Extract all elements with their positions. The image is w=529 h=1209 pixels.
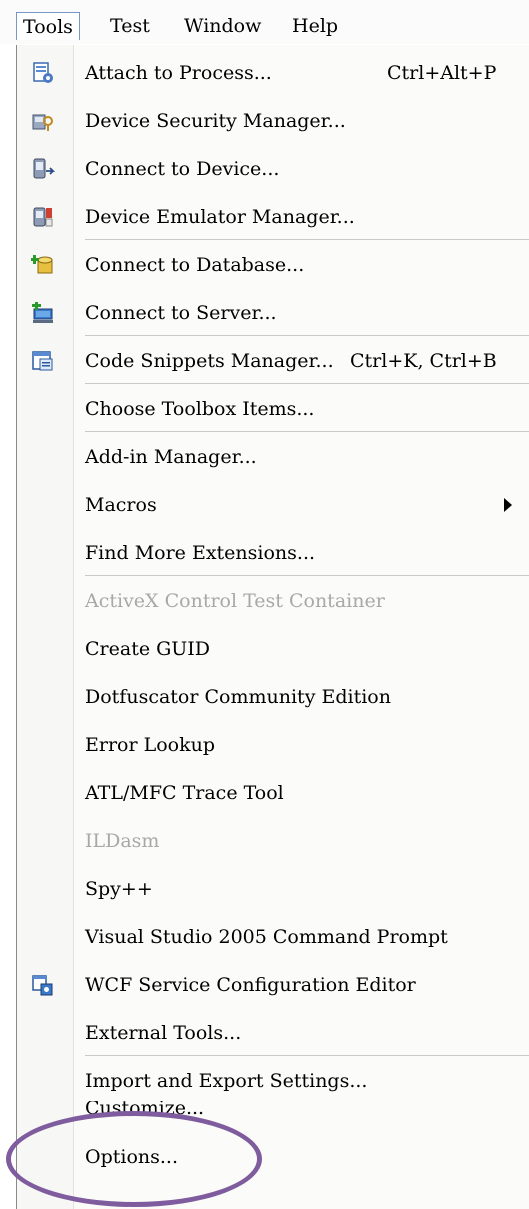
menu-item-label: Connect to Database...	[85, 254, 305, 276]
submenu-arrow-icon	[504, 498, 512, 512]
menu-item-label: Macros	[85, 494, 157, 516]
menu-separator	[85, 335, 529, 336]
code-snippets-icon	[32, 351, 53, 371]
connect-server-icon	[32, 302, 53, 323]
highlight-ellipse-annotation	[6, 1111, 262, 1207]
menu-item-add-in-manager[interactable]: Add-in Manager...	[17, 435, 529, 479]
menu-item-label: Visual Studio 2005 Command Prompt	[85, 926, 448, 948]
menu-item-error-lookup[interactable]: Error Lookup	[17, 723, 529, 767]
menu-item-label: Connect to Device...	[85, 158, 280, 180]
device-emulator-icon	[33, 207, 53, 227]
menu-item-device-emulator-manager[interactable]: Device Emulator Manager...	[17, 195, 529, 239]
menu-tools-label: Tools	[23, 16, 73, 38]
menu-item-macros[interactable]: Macros	[17, 483, 529, 527]
menu-item-connect-to-device[interactable]: Connect to Device...	[17, 147, 529, 191]
menu-item-label: Code Snippets Manager...	[85, 350, 334, 372]
wcf-config-icon	[32, 975, 53, 996]
connect-database-icon	[31, 255, 53, 274]
menu-item-label: Connect to Server...	[85, 302, 277, 324]
menu-item-label: Spy++	[85, 878, 153, 900]
menu-item-label: Create GUID	[85, 638, 211, 660]
menu-separator	[85, 383, 529, 384]
menu-item-label: Dotfuscator Community Edition	[85, 686, 391, 708]
menu-item-label: Find More Extensions...	[85, 542, 316, 564]
menu-item-label: Add-in Manager...	[85, 446, 257, 468]
menu-bar: Tools Test Window Help	[0, 0, 529, 44]
menu-item-label: Device Security Manager...	[85, 110, 346, 132]
attach-process-icon	[33, 62, 53, 83]
menu-item-shortcut: Ctrl+K, Ctrl+B	[350, 350, 497, 372]
menu-item-label: External Tools...	[85, 1022, 242, 1044]
menu-item-connect-to-server[interactable]: Connect to Server...	[17, 291, 529, 335]
menu-item-connect-to-database[interactable]: Connect to Database...	[17, 243, 529, 287]
menu-item-attach-to-process[interactable]: Attach to Process... Ctrl+Alt+P	[17, 51, 529, 95]
menu-window[interactable]: Window	[178, 12, 267, 40]
menu-item-atl-mfc-trace-tool[interactable]: ATL/MFC Trace Tool	[17, 771, 529, 815]
menu-window-label: Window	[184, 15, 262, 37]
menu-item-vs-command-prompt[interactable]: Visual Studio 2005 Command Prompt	[17, 915, 529, 959]
menu-tools[interactable]: Tools	[16, 12, 80, 40]
menu-item-find-more-extensions[interactable]: Find More Extensions...	[17, 531, 529, 575]
menu-test-label: Test	[110, 15, 150, 37]
menu-item-label: ILDasm	[85, 830, 160, 852]
menu-item-dotfuscator[interactable]: Dotfuscator Community Edition	[17, 675, 529, 719]
menu-item-choose-toolbox-items[interactable]: Choose Toolbox Items...	[17, 387, 529, 431]
menu-test[interactable]: Test	[104, 12, 156, 40]
menu-separator	[85, 239, 529, 240]
menu-item-import-export-settings[interactable]: Import and Export Settings...	[17, 1059, 529, 1103]
menu-item-label: Attach to Process...	[85, 62, 272, 84]
menu-item-label: Choose Toolbox Items...	[85, 398, 315, 420]
menu-item-code-snippets-manager[interactable]: Code Snippets Manager... Ctrl+K, Ctrl+B	[17, 339, 529, 383]
menu-item-external-tools[interactable]: External Tools...	[17, 1011, 529, 1055]
device-security-icon	[32, 114, 53, 131]
menu-separator	[85, 431, 529, 432]
menu-separator	[85, 1055, 529, 1056]
menu-item-create-guid[interactable]: Create GUID	[17, 627, 529, 671]
menu-item-label: Device Emulator Manager...	[85, 206, 355, 228]
menu-item-label: WCF Service Configuration Editor	[85, 974, 416, 996]
menu-item-label: Error Lookup	[85, 734, 216, 756]
menu-help[interactable]: Help	[286, 12, 344, 40]
menu-item-label: ActiveX Control Test Container	[85, 590, 385, 612]
menu-item-label: ATL/MFC Trace Tool	[85, 782, 284, 804]
menu-item-device-security-manager[interactable]: Device Security Manager...	[17, 99, 529, 143]
menu-item-activex-control-test-container: ActiveX Control Test Container	[17, 579, 529, 623]
menu-item-ildasm: ILDasm	[17, 819, 529, 863]
menu-separator	[85, 575, 529, 576]
menu-help-label: Help	[292, 15, 339, 37]
menu-item-wcf-service-configuration-editor[interactable]: WCF Service Configuration Editor	[17, 963, 529, 1007]
connect-device-icon	[33, 158, 55, 179]
menu-item-label: Import and Export Settings...	[85, 1070, 368, 1092]
menu-item-shortcut: Ctrl+Alt+P	[387, 62, 497, 84]
menu-item-spy-plus-plus[interactable]: Spy++	[17, 867, 529, 911]
tools-dropdown-menu: Attach to Process... Ctrl+Alt+P Device S…	[16, 45, 529, 1209]
